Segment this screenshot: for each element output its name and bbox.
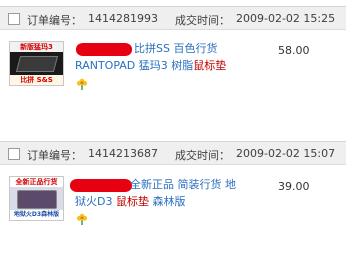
order-card-1: 订单编号： 1414281993 成交时间： 2009-02-02 15:25 …: [0, 6, 346, 116]
order-number-label: 订单编号：: [27, 14, 82, 27]
thumbnail-caption-bottom: 比拼 S&S: [20, 76, 53, 84]
product-thumbnail[interactable]: 全新正品行货 地狱火D3森林版: [9, 176, 64, 221]
thumbnail-caption-top: 全新正品行货: [15, 178, 58, 186]
order-number: 1414213687: [88, 147, 158, 160]
order-time: 2009-02-02 15:25: [236, 12, 336, 25]
order-time-label: 成交时间：: [175, 149, 230, 162]
product-title-tail: 森林版: [148, 195, 186, 208]
product-title-text: 狱火D3: [75, 195, 116, 208]
flower-icon: [76, 78, 88, 90]
order-select-checkbox[interactable]: [8, 13, 20, 25]
redacted-text: [70, 179, 132, 192]
order-price: 39.00: [278, 180, 310, 193]
flower-icon: [76, 213, 88, 225]
order-select-checkbox[interactable]: [8, 148, 20, 160]
redacted-text: [76, 43, 132, 56]
product-title-highlight: 鼠标垫: [115, 195, 149, 208]
order-header: 订单编号： 1414213687 成交时间： 2009-02-02 15:07: [0, 141, 346, 165]
product-title-line-1[interactable]: 全新正品 简装行货 地: [130, 176, 236, 193]
product-thumbnail[interactable]: 新版猛玛3 比拼 S&S: [9, 41, 64, 86]
order-header: 订单编号： 1414281993 成交时间： 2009-02-02 15:25: [0, 6, 346, 30]
order-number-label: 订单编号：: [27, 149, 82, 162]
mousepad-shape: [17, 190, 57, 209]
product-title-line-1[interactable]: 比拼SS 百色行货: [134, 40, 217, 57]
product-title-line-2[interactable]: RANTOPAD 猛玛3 树脂鼠标垫: [75, 57, 226, 74]
product-title-text: RANTOPAD 猛玛3 树脂: [75, 59, 194, 72]
product-title-highlight: 鼠标垫: [193, 59, 227, 72]
product-title-line-2[interactable]: 狱火D3 鼠标垫 森林版: [75, 193, 185, 210]
order-number: 1414281993: [88, 12, 158, 25]
thumbnail-caption-top: 新版猛玛3: [20, 43, 53, 51]
order-time-label: 成交时间：: [175, 14, 230, 27]
order-time: 2009-02-02 15:07: [236, 147, 336, 160]
thumbnail-caption-bottom: 地狱火D3森林版: [13, 211, 60, 218]
order-price: 58.00: [278, 44, 310, 57]
order-card-2: 订单编号： 1414213687 成交时间： 2009-02-02 15:07 …: [0, 141, 346, 251]
mousepad-shape: [15, 56, 59, 72]
